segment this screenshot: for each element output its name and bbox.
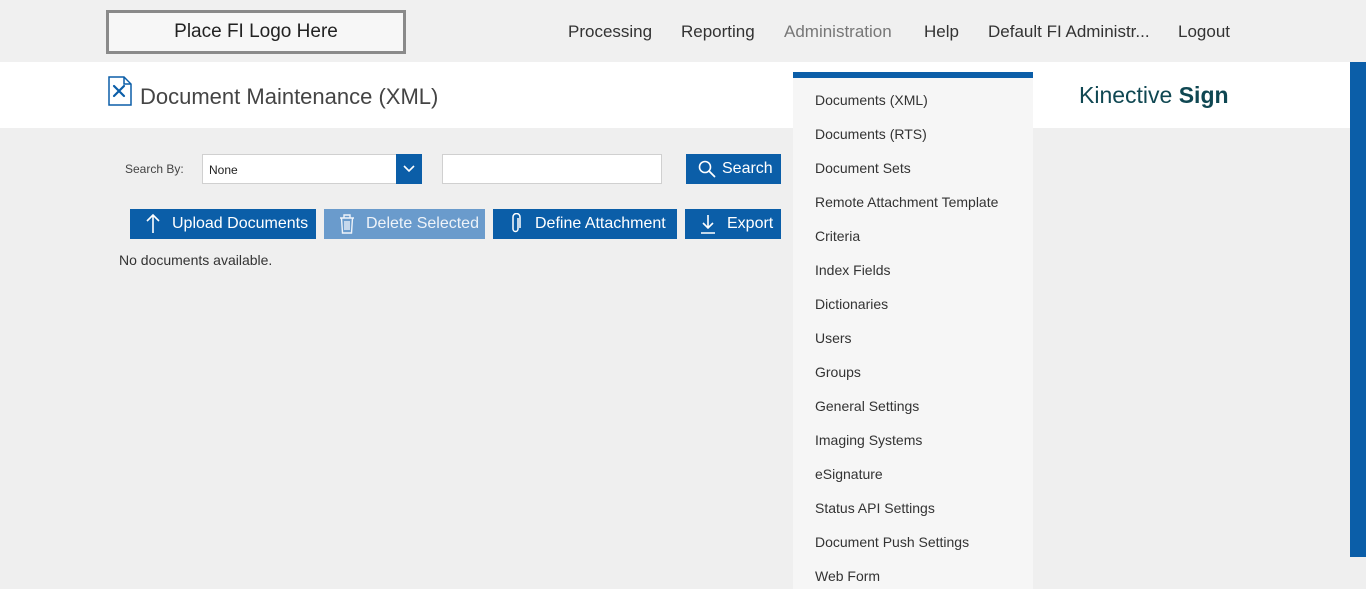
upload-icon xyxy=(142,213,164,235)
page-header: Document Maintenance (XML) Kinective Sig… xyxy=(0,62,1350,128)
menu-item-document-sets[interactable]: Document Sets xyxy=(815,160,911,176)
search-by-selected-value: None xyxy=(209,163,238,177)
menu-item-remote-attachment-template[interactable]: Remote Attachment Template xyxy=(815,194,998,210)
upload-documents-label: Upload Documents xyxy=(172,215,309,232)
delete-selected-button[interactable]: Delete Selected xyxy=(324,209,485,239)
search-by-label: Search By: xyxy=(125,162,184,176)
chevron-down-icon[interactable] xyxy=(396,154,422,184)
administration-dropdown-menu: Documents (XML) Documents (RTS) Document… xyxy=(793,72,1033,589)
brand-light-text: Kinective xyxy=(1079,82,1179,108)
menu-item-dictionaries[interactable]: Dictionaries xyxy=(815,296,888,312)
delete-selected-label: Delete Selected xyxy=(366,215,479,232)
search-by-select[interactable]: None xyxy=(202,154,422,184)
define-attachment-button[interactable]: Define Attachment xyxy=(493,209,677,239)
menu-item-documents-xml[interactable]: Documents (XML) xyxy=(815,92,928,108)
paperclip-icon xyxy=(505,213,527,235)
nav-user-menu[interactable]: Default FI Administr... xyxy=(988,22,1150,44)
menu-item-status-api-settings[interactable]: Status API Settings xyxy=(815,500,935,516)
empty-state-message: No documents available. xyxy=(119,252,273,268)
nav-help[interactable]: Help xyxy=(924,22,959,44)
document-tools-icon xyxy=(108,76,132,106)
fi-logo-placeholder[interactable]: Place FI Logo Here xyxy=(106,10,406,54)
brand-logo: Kinective Sign xyxy=(1079,82,1229,109)
download-icon xyxy=(697,213,719,235)
menu-item-general-settings[interactable]: General Settings xyxy=(815,398,919,414)
top-bar: Place FI Logo Here Processing Reporting … xyxy=(0,0,1366,62)
brand-bold-text: Sign xyxy=(1178,82,1229,108)
menu-item-index-fields[interactable]: Index Fields xyxy=(815,262,890,278)
nav-reporting[interactable]: Reporting xyxy=(681,22,755,44)
trash-icon xyxy=(336,213,358,235)
nav-logout[interactable]: Logout xyxy=(1178,22,1230,44)
menu-item-documents-rts[interactable]: Documents (RTS) xyxy=(815,126,927,142)
page-title: Document Maintenance (XML) xyxy=(140,84,439,109)
search-icon xyxy=(696,158,718,180)
search-button-label: Search xyxy=(722,160,773,177)
scrollbar[interactable] xyxy=(1350,62,1366,557)
nav-administration[interactable]: Administration xyxy=(784,22,892,44)
menu-item-imaging-systems[interactable]: Imaging Systems xyxy=(815,432,922,448)
search-button[interactable]: Search xyxy=(686,154,781,184)
menu-item-groups[interactable]: Groups xyxy=(815,364,861,380)
define-attachment-label: Define Attachment xyxy=(535,215,666,232)
upload-documents-button[interactable]: Upload Documents xyxy=(130,209,316,239)
export-button[interactable]: Export xyxy=(685,209,781,239)
search-input[interactable] xyxy=(442,154,662,184)
menu-item-web-form[interactable]: Web Form xyxy=(815,568,880,584)
export-label: Export xyxy=(727,215,774,232)
menu-item-esignature[interactable]: eSignature xyxy=(815,466,883,482)
menu-item-document-push-settings[interactable]: Document Push Settings xyxy=(815,534,969,550)
menu-item-criteria[interactable]: Criteria xyxy=(815,228,860,244)
nav-processing[interactable]: Processing xyxy=(568,22,652,44)
logo-text: Place FI Logo Here xyxy=(174,21,338,42)
menu-item-users[interactable]: Users xyxy=(815,330,852,346)
